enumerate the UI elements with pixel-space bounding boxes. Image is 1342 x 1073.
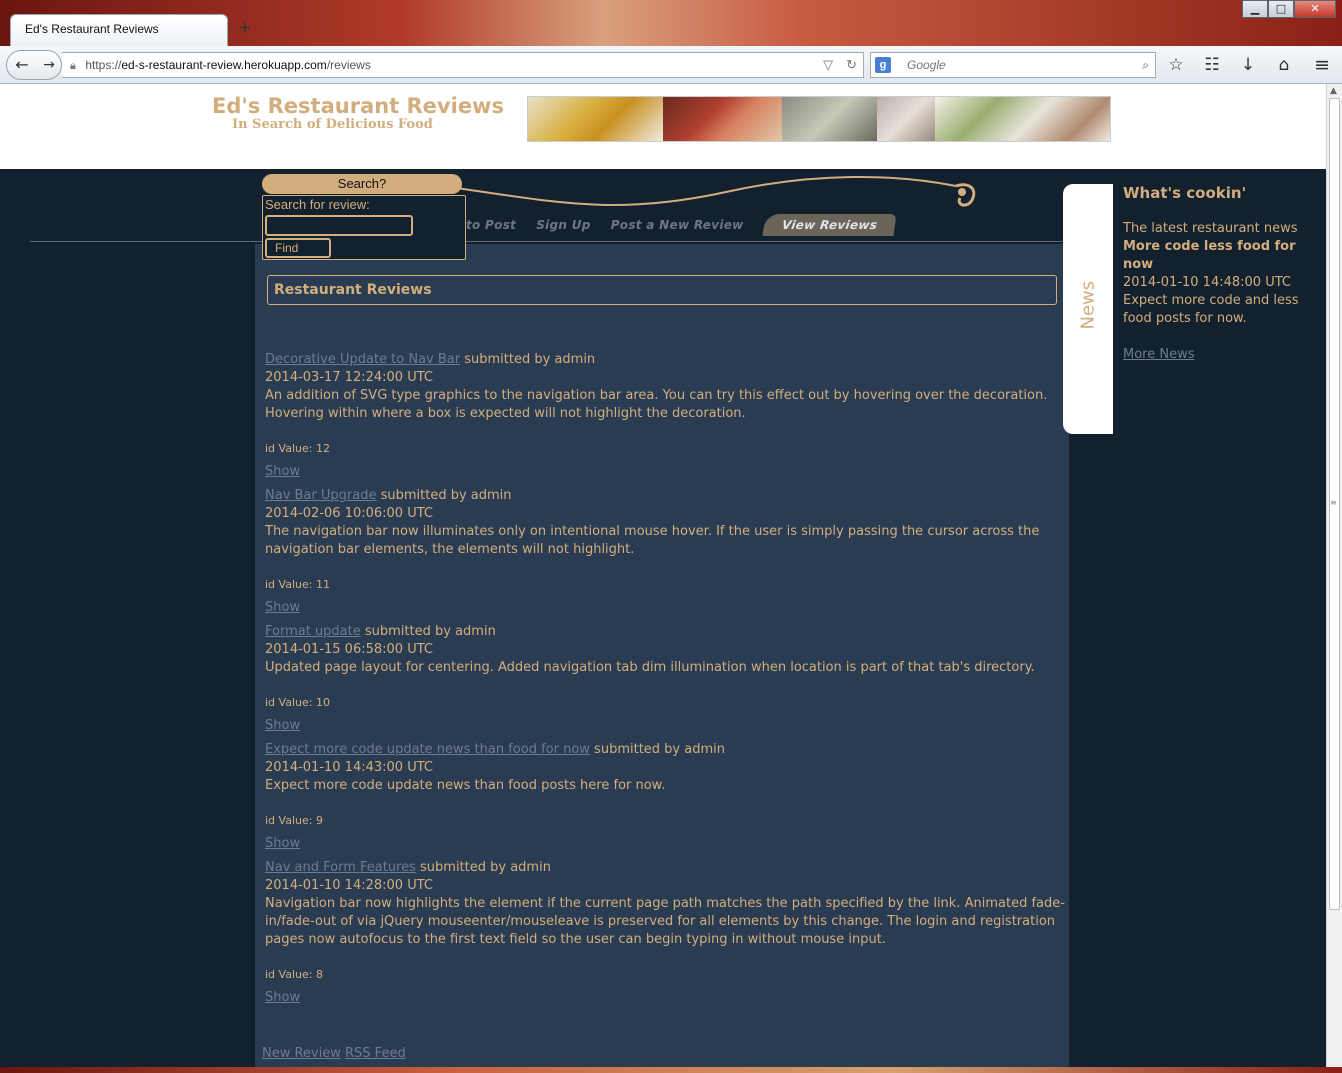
address-bar[interactable]: 🔒︎ https://ed-s-restaurant-review.heroku… [62, 52, 864, 78]
tab-title: Ed's Restaurant Reviews [25, 22, 159, 36]
maximize-button[interactable]: □ [1268, 0, 1294, 18]
search-engine-placeholder: Google [907, 58, 946, 72]
site-header: Ed's Restaurant Reviews In Search of Del… [0, 84, 1326, 169]
review-title-link[interactable]: Nav and Form Features [265, 860, 416, 875]
news-body: Expect more code and less food posts for… [1123, 293, 1299, 326]
food-banner-image [527, 96, 1111, 142]
news-panel: What's cookin' The latest restaurant new… [1123, 184, 1313, 364]
footer-links: New Review RSS Feed [262, 1046, 406, 1061]
news-intro: The latest restaurant news [1123, 221, 1298, 236]
review-list: Decorative Update to Nav Bar submitted b… [265, 351, 1065, 1013]
url-protocol: https:// [85, 58, 122, 72]
scrollbar-grip-icon: ≡ [1330, 498, 1337, 507]
review-byline: submitted by admin [589, 742, 725, 757]
search-field-label: Search for review: [265, 197, 370, 212]
browser-tab[interactable]: Ed's Restaurant Reviews [10, 14, 228, 46]
list-item: Expect more code update news than food f… [265, 741, 1065, 853]
page-scrollbar[interactable]: ▲ ≡ [1326, 84, 1342, 1067]
review-title-link[interactable]: Expect more code update news than food f… [265, 742, 590, 757]
home-icon[interactable]: ⌂ [1272, 54, 1296, 76]
site-subtitle: In Search of Delicious Food [232, 117, 433, 132]
site-title[interactable]: Ed's Restaurant Reviews [212, 94, 504, 118]
review-id-value: id Value: 8 [265, 968, 323, 981]
reading-list-icon[interactable]: ☷ [1200, 54, 1224, 76]
nav-item-sign-up[interactable]: Sign Up [536, 218, 591, 236]
url-host: ed-s-restaurant-review.herokuapp.com [121, 58, 327, 72]
review-id-value: id Value: 11 [265, 578, 330, 591]
review-title-link[interactable]: Nav Bar Upgrade [265, 488, 376, 503]
nav-divider-line [30, 241, 1070, 242]
review-id-value: id Value: 12 [265, 442, 330, 455]
search-input[interactable] [265, 215, 413, 236]
url-path: /reviews [326, 58, 371, 72]
review-byline: submitted by admin [415, 860, 551, 875]
window-controls: ▁ □ ✕ [1242, 0, 1336, 18]
new-review-link[interactable]: New Review [262, 1046, 341, 1061]
show-link[interactable]: Show [265, 717, 1065, 735]
show-link[interactable]: Show [265, 835, 1065, 853]
review-description: An addition of SVG type graphics to the … [265, 388, 1048, 421]
news-date: 2014-01-10 14:48:00 UTC [1123, 275, 1291, 290]
lock-icon: 🔒︎ [70, 60, 76, 72]
back-arrow-icon[interactable]: ← [7, 51, 37, 79]
nav-item-to-post[interactable]: to Post [466, 218, 516, 236]
review-date: 2014-02-06 10:06:00 UTC [265, 506, 433, 521]
review-description: Navigation bar now highlights the elemen… [265, 896, 1065, 947]
download-icon[interactable]: ↓ [1236, 54, 1260, 76]
show-link[interactable]: Show [265, 989, 1065, 1007]
forward-arrow-icon[interactable]: → [37, 51, 61, 79]
search-magnifier-icon[interactable]: ⌕ [1142, 53, 1149, 77]
news-heading: What's cookin' [1123, 184, 1247, 202]
review-title-link[interactable]: Format update [265, 624, 361, 639]
review-byline: submitted by admin [360, 624, 496, 639]
search-form: Search for review: Find [262, 195, 466, 260]
show-link[interactable]: Show [265, 463, 1065, 481]
find-button[interactable]: Find [265, 238, 331, 258]
search-engine-box[interactable]: g Google ⌕ [870, 52, 1156, 78]
page-title: Restaurant Reviews [267, 275, 1057, 305]
review-description: Updated page layout for centering. Added… [265, 660, 1035, 675]
minimize-button[interactable]: ▁ [1242, 0, 1268, 18]
review-date: 2014-01-15 06:58:00 UTC [265, 642, 433, 657]
close-button[interactable]: ✕ [1294, 0, 1336, 18]
nav-item-view-reviews[interactable]: View Reviews [762, 214, 897, 236]
review-byline: submitted by admin [460, 352, 596, 367]
toolbar-icons: ☆ ☷ ↓ ⌂ [1164, 54, 1296, 76]
list-item: Decorative Update to Nav Bar submitted b… [265, 351, 1065, 481]
menu-icon[interactable]: ≡ [1314, 54, 1330, 76]
scroll-up-arrow-icon[interactable]: ▲ [1330, 86, 1337, 96]
star-icon[interactable]: ☆ [1164, 54, 1188, 76]
review-description: Expect more code update news than food p… [265, 778, 666, 793]
nav-item-post-new-review[interactable]: Post a New Review [611, 218, 744, 236]
new-tab-button[interactable]: + [236, 18, 254, 38]
review-date: 2014-03-17 12:24:00 UTC [265, 370, 433, 385]
back-forward-group: ← → [6, 50, 62, 80]
rss-feed-link[interactable]: RSS Feed [345, 1046, 406, 1061]
review-byline: submitted by admin [376, 488, 512, 503]
news-tab-label: News [1077, 280, 1099, 330]
review-title-link[interactable]: Decorative Update to Nav Bar [265, 352, 460, 367]
review-date: 2014-01-10 14:43:00 UTC [265, 760, 433, 775]
review-date: 2014-01-10 14:28:00 UTC [265, 878, 433, 893]
show-link[interactable]: Show [265, 599, 1065, 617]
google-icon[interactable]: g [875, 57, 891, 73]
window-titlebar: Ed's Restaurant Reviews + ▁ □ ✕ [0, 0, 1342, 46]
reload-icon[interactable]: ▽ ↻ [823, 53, 857, 77]
main-nav: to Post Sign Up Post a New Review View R… [466, 214, 915, 236]
browser-toolbar: ← → 🔒︎ https://ed-s-restaurant-review.he… [0, 46, 1342, 84]
list-item: Nav and Form Features submitted by admin… [265, 859, 1065, 1007]
list-item: Format update submitted by admin 2014-01… [265, 623, 1065, 735]
news-tab[interactable]: News [1063, 184, 1113, 434]
list-item: Nav Bar Upgrade submitted by admin 2014-… [265, 487, 1065, 617]
news-headline: More code less food for now [1123, 239, 1296, 272]
review-id-value: id Value: 9 [265, 814, 323, 827]
window-bottom-edge [0, 1067, 1342, 1073]
page-viewport: Ed's Restaurant Reviews In Search of Del… [0, 84, 1326, 1067]
review-id-value: id Value: 10 [265, 696, 330, 709]
review-description: The navigation bar now illuminates only … [265, 524, 1040, 557]
more-news-link[interactable]: More News [1123, 346, 1195, 364]
search-toggle[interactable]: Search? [262, 174, 462, 194]
